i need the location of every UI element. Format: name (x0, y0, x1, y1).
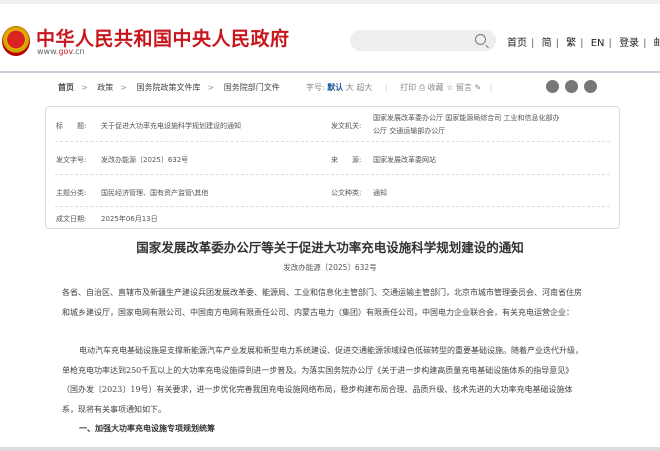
pencil-icon[interactable]: ✎ (474, 83, 481, 92)
issuer-value-line1: 国家发展改革委办公厅 国家能源局综合司 工业和信息化部办 (373, 114, 560, 122)
link-home[interactable]: 首页 (507, 38, 527, 49)
font-large-button[interactable]: 大 (346, 83, 354, 92)
font-default-button[interactable]: 默认 (327, 83, 343, 92)
link-simplified[interactable]: 简 (542, 38, 552, 49)
search-input[interactable] (350, 30, 496, 51)
national-emblem-logo (2, 26, 30, 56)
breadcrumb-home[interactable]: 首页 (58, 83, 74, 92)
link-english[interactable]: EN (591, 38, 605, 49)
top-links: 首页| 简| 繁| EN| 登录| 邮箱 (507, 34, 660, 49)
printer-icon[interactable]: ⎙ (419, 83, 425, 92)
print-button[interactable]: 打印 (400, 83, 416, 92)
issuer-value-line2: 公厅 交通运输部办公厅 (373, 127, 446, 135)
topic-value: 国民经济管理、国有资产监管\其他 (101, 189, 209, 197)
site-url: www.gov.cn (37, 47, 85, 56)
weibo-icon[interactable] (546, 80, 559, 93)
addressees-paragraph: 各省、自治区、直辖市及新疆生产建设兵团发展改革委、能源局、工业和信息化主管部门、… (62, 288, 582, 317)
topic-label: 主题分类: (56, 189, 87, 197)
breadcrumb-dept-docs[interactable]: 国务院部门文件 (224, 83, 280, 92)
type-label: 公文种类: (331, 189, 362, 197)
title-value: 关于促进大功率充电设施科学规划建设的通知 (101, 122, 241, 130)
link-traditional[interactable]: 繁 (566, 38, 576, 49)
top-strip (0, 0, 660, 4)
link-login[interactable]: 登录 (619, 38, 639, 49)
header-divider (0, 71, 660, 73)
document-title: 国家发展改革委办公厅等关于促进大功率充电设施科学规划建设的通知 (136, 240, 524, 255)
favorite-button[interactable]: 收藏 (428, 83, 444, 92)
issuer-label: 发文机关: (331, 122, 362, 130)
body-paragraph: 电动汽车充电基础设施是支撑新能源汽车产业发展和新型电力系统建设、促进交通能源领域… (62, 346, 583, 414)
wechat-icon[interactable] (565, 80, 578, 93)
font-xlarge-button[interactable]: 超大 (356, 83, 372, 92)
date-value: 2025年06月13日 (101, 215, 158, 223)
qzone-icon[interactable] (584, 80, 597, 93)
source-value: 国家发展改革委网站 (373, 156, 436, 164)
docno-value: 发改办能源〔2025〕632号 (101, 156, 189, 164)
source-label: 来 源: (331, 156, 362, 164)
breadcrumb-library[interactable]: 国务院政策文件库 (137, 83, 201, 92)
docno-label: 发文字号: (56, 156, 87, 164)
font-size-label: 字号: (306, 83, 325, 92)
bottom-strip (0, 447, 660, 451)
link-mail[interactable]: 邮箱 (654, 38, 660, 49)
title-label: 标 题: (56, 122, 87, 130)
star-icon[interactable]: ☆ (446, 83, 453, 92)
document-info-table: 标 题: 关于促进大功率充电设施科学规划建设的通知 发文机关: 国家发展改革委办… (45, 106, 620, 229)
type-value: 通知 (373, 189, 387, 197)
comment-button[interactable]: 留言 (456, 83, 472, 92)
search-icon[interactable] (475, 34, 486, 45)
date-label: 成文日期: (56, 215, 87, 223)
breadcrumb-policy[interactable]: 政策 (97, 83, 113, 92)
section-heading: 一、加强大功率充电设施专项规划统筹 (79, 423, 215, 433)
document-number: 发改办能源〔2025〕632号 (283, 263, 377, 272)
breadcrumb: 首页 > 政策 > 国务院政策文件库 > 国务院部门文件 (58, 83, 280, 92)
toolbar: 字号: 默认 大 超大 | 打印 ⎙ 收藏 ☆ 留言 ✎ | (306, 83, 493, 92)
